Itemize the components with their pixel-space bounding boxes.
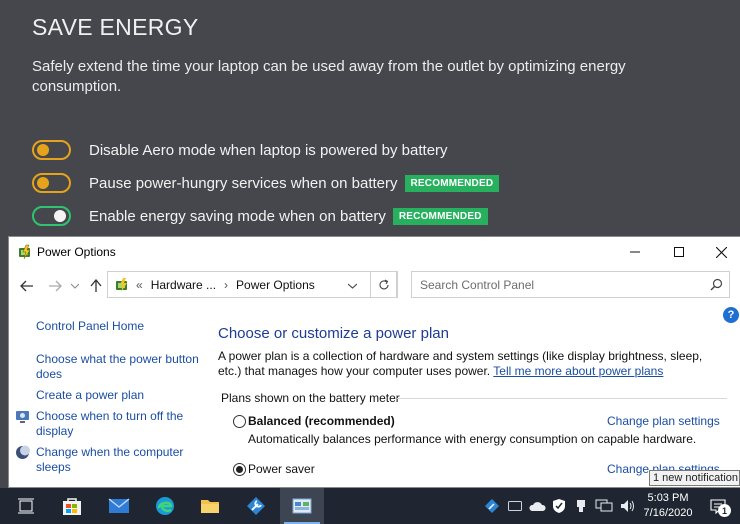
option-label: Disable Aero mode when laptop is powered… [89, 141, 448, 159]
disable-aero-toggle[interactable] [32, 140, 71, 160]
page-description: A power plan is a collection of hardware… [218, 349, 718, 379]
turn-off-display-link[interactable]: Choose when to turn off the display [36, 409, 201, 438]
clock-date: 7/16/2020 [643, 507, 693, 519]
mail-icon [108, 498, 130, 513]
edge-icon [156, 497, 174, 515]
plan-description-balanced: Automatically balances performance with … [248, 432, 697, 446]
refresh-button[interactable] [370, 271, 398, 298]
up-arrow-icon [90, 279, 102, 292]
forward-arrow-icon [49, 280, 62, 292]
tool-tray-icon [485, 499, 499, 513]
usb-button[interactable] [571, 488, 591, 524]
taskbar: 5:03 PM 7/16/2020 [0, 488, 740, 524]
task-view-button[interactable] [4, 488, 48, 524]
microsoft-store-button[interactable] [50, 488, 94, 524]
back-arrow-icon [20, 280, 33, 292]
power-options-icon [19, 244, 31, 260]
notification-count-badge: 1 [718, 504, 731, 517]
recent-locations-button[interactable] [64, 275, 86, 297]
plan-name-balanced[interactable]: Balanced (recommended) [248, 414, 395, 428]
up-button[interactable] [85, 275, 107, 297]
breadcrumb-hardware[interactable]: Hardware ... [151, 278, 216, 292]
display-icon [16, 411, 29, 423]
usb-icon [577, 500, 585, 512]
plan-name-power-saver[interactable]: Power saver [248, 462, 315, 476]
option-pause-services: Pause power-hungry services when on batt… [32, 172, 500, 194]
security-button[interactable] [549, 488, 569, 524]
recommended-badge: RECOMMENDED [404, 174, 500, 192]
search-icon [710, 278, 723, 291]
device-icon [508, 501, 522, 511]
option-energy-saving: Enable energy saving mode when on batter… [32, 205, 488, 227]
power-options-icon [116, 277, 127, 292]
save-energy-description: Safely extend the time your laptop can b… [32, 58, 626, 95]
balanced-radio[interactable] [233, 415, 246, 428]
breadcrumb-power-options[interactable]: Power Options [236, 278, 315, 292]
network-icon [595, 499, 613, 512]
mail-button[interactable] [97, 488, 141, 524]
search-input[interactable]: Search Control Panel [411, 271, 730, 298]
change-plan-settings-balanced[interactable]: Change plan settings [607, 414, 720, 428]
search-placeholder: Search Control Panel [420, 277, 535, 292]
control-panel-icon [292, 498, 312, 514]
wrench-icon [247, 497, 265, 515]
learn-more-link[interactable]: Tell me more about power plans [493, 364, 663, 378]
shield-icon [553, 499, 565, 513]
cloud-icon [529, 501, 546, 511]
minimize-button[interactable] [613, 237, 657, 267]
maximize-icon [674, 247, 684, 257]
minimize-icon [630, 251, 640, 253]
power-options-window: Power Options « Hardware ... › Power Opt… [8, 236, 740, 488]
window-titlebar[interactable]: Power Options [9, 237, 740, 267]
moon-icon [16, 445, 30, 459]
file-explorer-button[interactable] [188, 488, 232, 524]
group-label: Plans shown on the battery meter [221, 391, 400, 405]
breadcrumb-arrow[interactable]: › [224, 278, 228, 292]
close-icon [715, 246, 727, 258]
save-energy-title: SAVE ENERGY [32, 14, 199, 40]
edge-button[interactable] [143, 488, 187, 524]
option-label: Pause power-hungry services when on batt… [89, 174, 398, 192]
window-title: Power Options [37, 245, 116, 259]
pause-services-toggle[interactable] [32, 173, 71, 193]
close-button[interactable] [699, 237, 740, 267]
forward-button[interactable] [44, 275, 66, 297]
tray-device-button[interactable] [505, 488, 525, 524]
group-divider [397, 398, 727, 399]
maximize-button[interactable] [657, 237, 701, 267]
tool-app-button[interactable] [234, 488, 278, 524]
create-power-plan-link[interactable]: Create a power plan [36, 388, 201, 403]
option-label: Enable energy saving mode when on batter… [89, 207, 386, 225]
energy-saving-toggle[interactable] [32, 206, 71, 226]
clock[interactable]: 5:03 PM 7/16/2020 [642, 491, 694, 521]
store-icon [63, 498, 81, 515]
refresh-icon [379, 279, 389, 289]
save-energy-panel: SAVE ENERGY Safely extend the time your … [0, 0, 740, 238]
speaker-icon [621, 500, 634, 512]
address-bar[interactable]: « Hardware ... › Power Options [107, 271, 397, 298]
folder-icon [201, 500, 219, 513]
onedrive-button[interactable] [527, 488, 547, 524]
notification-tooltip: 1 new notification [649, 470, 740, 486]
control-panel-taskbar-button[interactable] [280, 488, 324, 524]
task-view-icon [18, 498, 34, 514]
back-button[interactable] [16, 275, 38, 297]
power-saver-radio[interactable] [233, 463, 246, 476]
chevron-down-icon [71, 283, 79, 289]
tray-app-button[interactable] [482, 488, 502, 524]
volume-button[interactable] [618, 488, 638, 524]
clock-time: 5:03 PM [647, 492, 689, 504]
computer-sleeps-link[interactable]: Change when the computer sleeps [36, 445, 201, 474]
network-button[interactable] [593, 488, 615, 524]
power-button-link[interactable]: Choose what the power button does [36, 352, 201, 381]
control-panel-home-link[interactable]: Control Panel Home [36, 319, 201, 334]
breadcrumb-separator: « [136, 277, 143, 292]
option-disable-aero: Disable Aero mode when laptop is powered… [32, 139, 448, 161]
page-title: Choose or customize a power plan [218, 325, 449, 342]
help-button[interactable]: ? [723, 307, 739, 323]
recommended-badge: RECOMMENDED [392, 207, 488, 225]
address-dropdown-icon[interactable] [348, 283, 357, 289]
